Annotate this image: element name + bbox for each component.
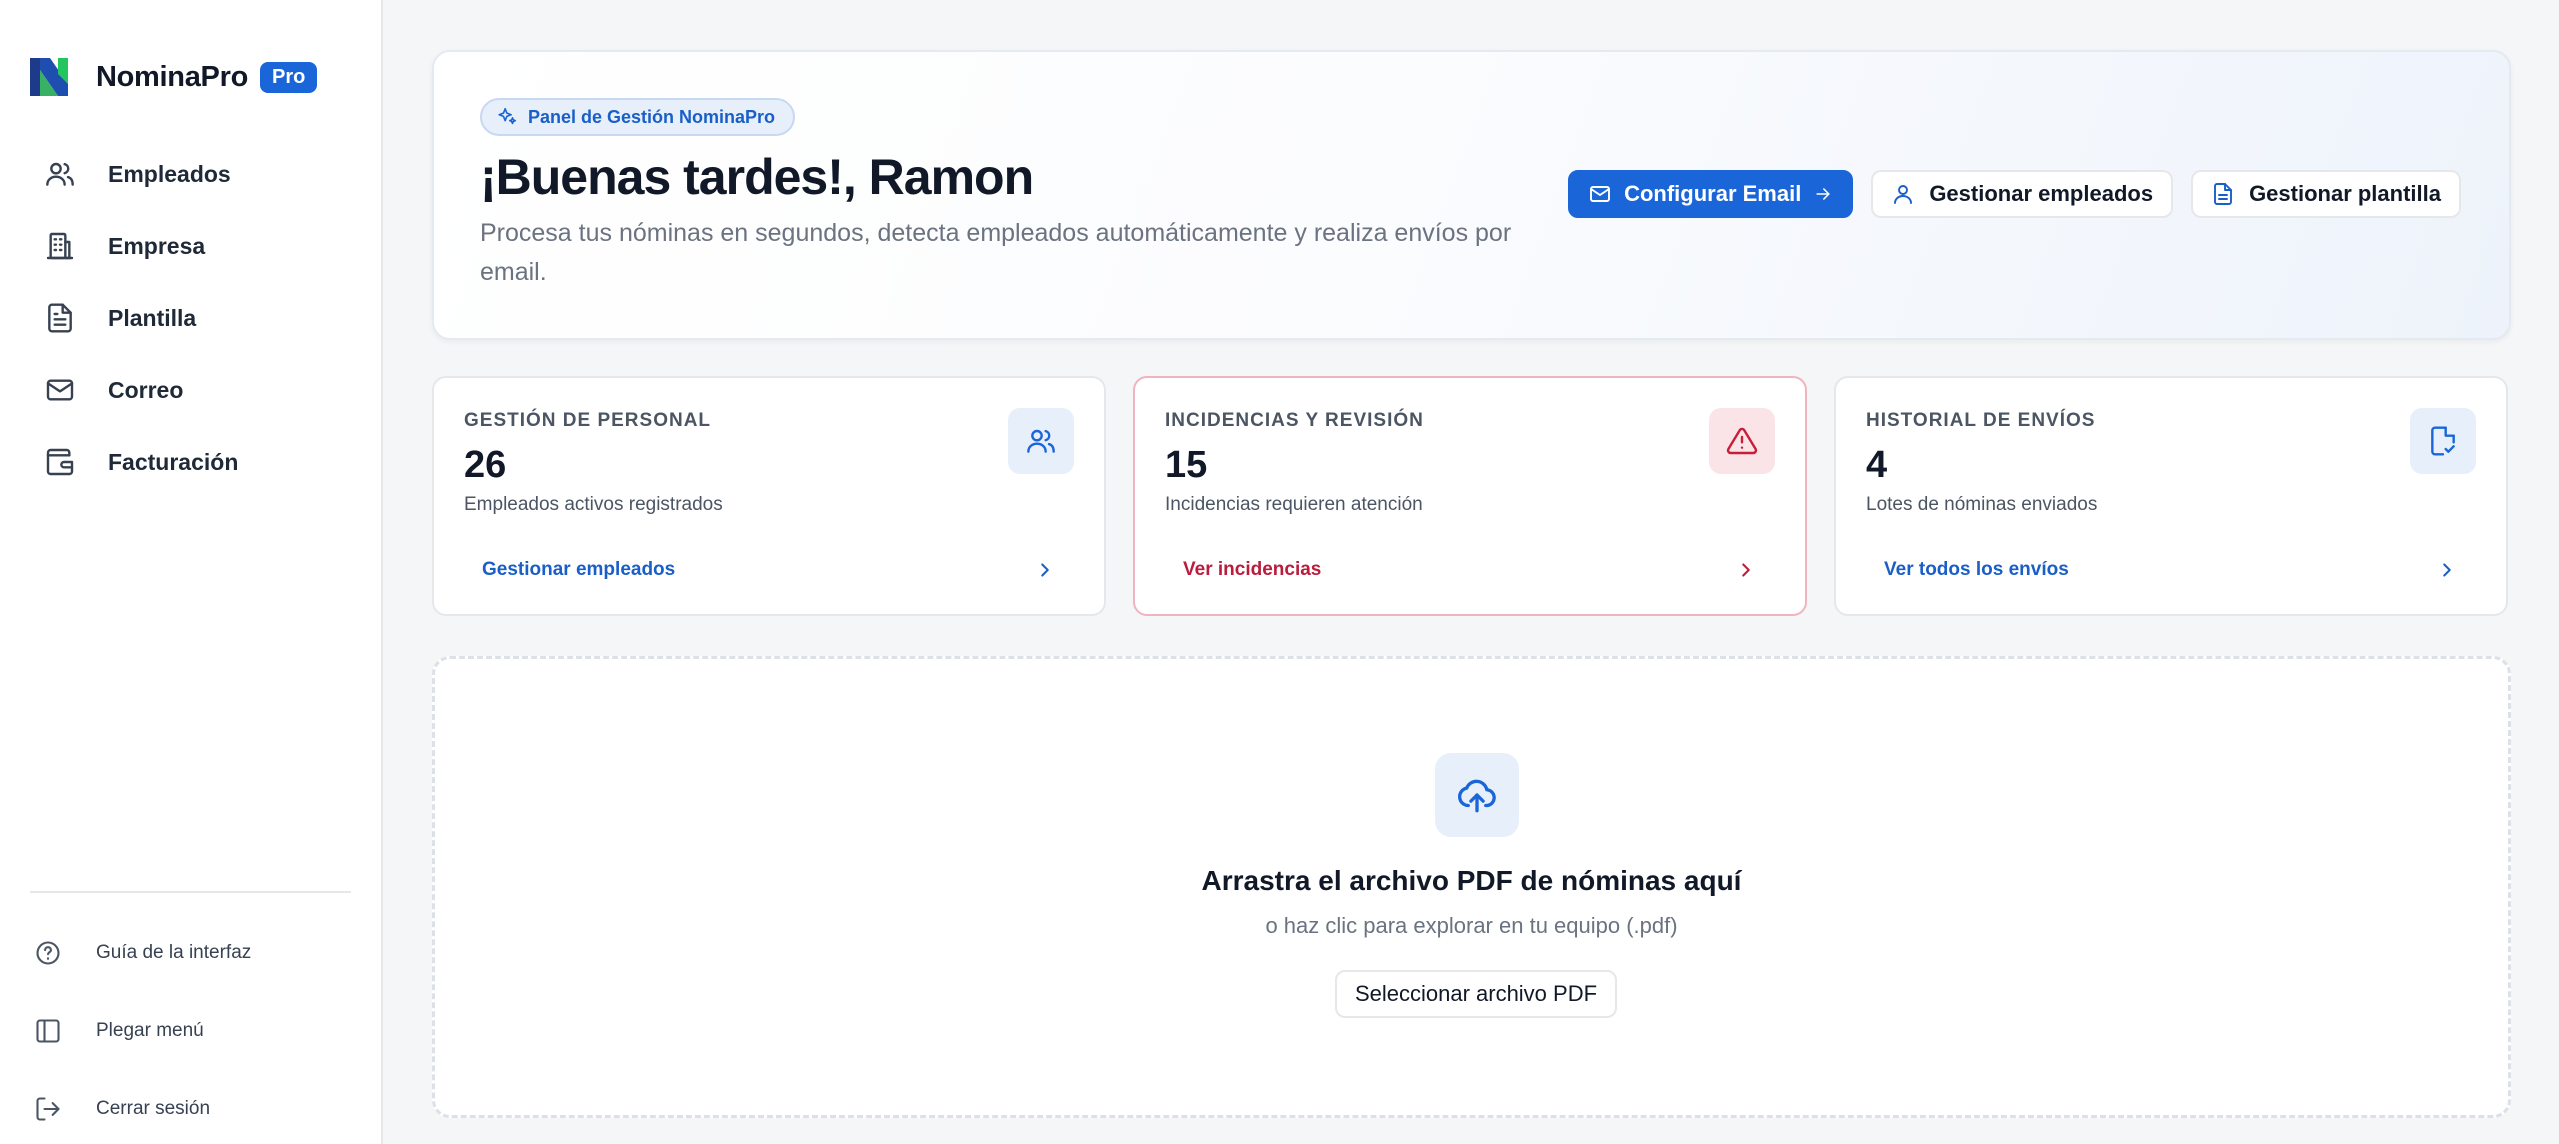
manage-template-button[interactable]: Gestionar plantilla [2191, 170, 2461, 218]
building-icon [46, 232, 74, 260]
configure-email-label: Configurar Email [1624, 181, 1802, 206]
panel-chip-label: Panel de Gestión NominaPro [528, 106, 776, 127]
card-icon-box [1709, 408, 1775, 474]
wallet-icon [46, 448, 74, 476]
sidebar-item-label: Facturación [108, 448, 239, 475]
brand[interactable]: NominaPro Pro [30, 58, 318, 96]
card-icon-box [2410, 408, 2476, 474]
brand-name: NominaPro [96, 60, 248, 93]
select-pdf-button[interactable]: Seleccionar archivo PDF [1335, 970, 1617, 1018]
configure-email-button[interactable]: Configurar Email [1568, 170, 1854, 218]
mail-icon [1590, 186, 1611, 202]
manage-employees-label: Gestionar empleados [1929, 181, 2154, 206]
card-link-label: Gestionar empleados [482, 559, 676, 580]
sidebar: NominaPro Pro Empleados Empresa Plantill… [0, 0, 383, 1144]
card-link-view-sends[interactable]: Ver todos los envíos [1884, 550, 2458, 590]
card-value: 4 [1866, 444, 1888, 486]
card-link-label: Ver todos los envíos [1884, 559, 2069, 580]
sidebar-item-label: Empleados [108, 160, 231, 187]
sparkles-icon [498, 107, 517, 125]
file-text-icon [2214, 183, 2233, 205]
card-description: Lotes de nóminas enviados [1866, 494, 2098, 515]
chevron-right-icon [2443, 563, 2451, 577]
sidebar-footer-label: Guía de la interfaz [96, 942, 252, 963]
file-check-icon [2431, 426, 2455, 456]
card-link-label: Ver incidencias [1183, 559, 1322, 580]
main-content: Panel de Gestión NominaPro ¡Buenas tarde… [383, 0, 2559, 1144]
app-root: NominaPro Pro Empleados Empresa Plantill… [0, 0, 2559, 1144]
chevron-right-icon [1742, 563, 1750, 577]
card-description: Incidencias requieren atención [1165, 494, 1423, 515]
hero-actions: Configurar Email Gestionar empleados Ges… [1568, 170, 2461, 218]
logout-button[interactable]: Cerrar sesión [0, 1070, 381, 1144]
card-description: Empleados activos registrados [464, 494, 723, 515]
dropzone-subtitle: o haz clic para explorar en tu equipo (.… [1265, 913, 1678, 938]
card-label: INCIDENCIAS Y REVISIÓN [1165, 410, 1424, 431]
page-subtitle: Procesa tus nóminas en segundos, detecta… [480, 219, 1512, 286]
sidebar-item-correo[interactable]: Correo [0, 354, 381, 426]
sidebar-item-empresa[interactable]: Empresa [0, 210, 381, 282]
collapse-menu-button[interactable]: Plegar menú [0, 992, 381, 1070]
sidebar-item-plantilla[interactable]: Plantilla [0, 282, 381, 354]
sidebar-item-empleados[interactable]: Empleados [0, 138, 381, 210]
card-icon-box [1008, 408, 1074, 474]
plan-badge: Pro [260, 61, 318, 93]
page-title: ¡Buenas tardes!, Ramon [480, 149, 1034, 205]
sidebar-item-label: Empresa [108, 232, 206, 259]
sidebar-footer-label: Plegar menú [96, 1020, 204, 1041]
sidebar-divider [30, 891, 351, 893]
stat-card-personal: GESTIÓN DE PERSONAL 26 Empleados activos… [432, 376, 1106, 616]
panel-chip: Panel de Gestión NominaPro [480, 98, 796, 136]
file-text-icon [48, 303, 72, 333]
pdf-dropzone[interactable]: Arrastra el archivo PDF de nóminas aquí … [432, 656, 2511, 1118]
panel-left-icon [36, 1019, 60, 1043]
dropzone-title: Arrastra el archivo PDF de nóminas aquí [1201, 865, 1742, 896]
help-circle-icon [36, 941, 60, 965]
manage-employees-button[interactable]: Gestionar empleados [1871, 170, 2174, 218]
card-label: GESTIÓN DE PERSONAL [464, 410, 712, 431]
arrow-right-icon [1816, 188, 1830, 200]
welcome-panel: Panel de Gestión NominaPro ¡Buenas tarde… [432, 50, 2511, 340]
sidebar-item-facturacion[interactable]: Facturación [0, 426, 381, 498]
sidebar-footer-label: Cerrar sesión [96, 1098, 211, 1119]
nominapro-logo-icon [30, 58, 68, 96]
users-icon [46, 162, 74, 186]
card-value: 26 [464, 444, 507, 486]
log-out-icon [36, 1097, 60, 1121]
interface-guide-button[interactable]: Guía de la interfaz [0, 914, 381, 992]
sidebar-item-label: Correo [108, 376, 184, 403]
sidebar-item-label: Plantilla [108, 304, 197, 331]
mail-icon [46, 379, 74, 401]
stat-card-incidencias: INCIDENCIAS Y REVISIÓN 15 Incidencias re… [1133, 376, 1807, 616]
upload-icon-box [1435, 753, 1519, 837]
card-value: 15 [1165, 444, 1208, 486]
card-link-manage-employees[interactable]: Gestionar empleados [482, 550, 1056, 590]
chevron-right-icon [1041, 563, 1049, 577]
user-icon [1894, 185, 1913, 204]
sidebar-footer: Guía de la interfaz Plegar menú Cerrar s… [0, 914, 381, 1144]
manage-template-label: Gestionar plantilla [2249, 181, 2441, 206]
stat-card-envios: HISTORIAL DE ENVÍOS 4 Lotes de nóminas e… [1834, 376, 2508, 616]
users-icon [1027, 429, 1055, 453]
card-link-view-incidents[interactable]: Ver incidencias [1183, 550, 1757, 590]
alert-triangle-icon [1726, 427, 1758, 455]
cloud-upload-icon [1458, 779, 1496, 813]
sidebar-nav: Empleados Empresa Plantilla Correo Factu… [0, 138, 381, 498]
card-label: HISTORIAL DE ENVÍOS [1866, 410, 2096, 431]
